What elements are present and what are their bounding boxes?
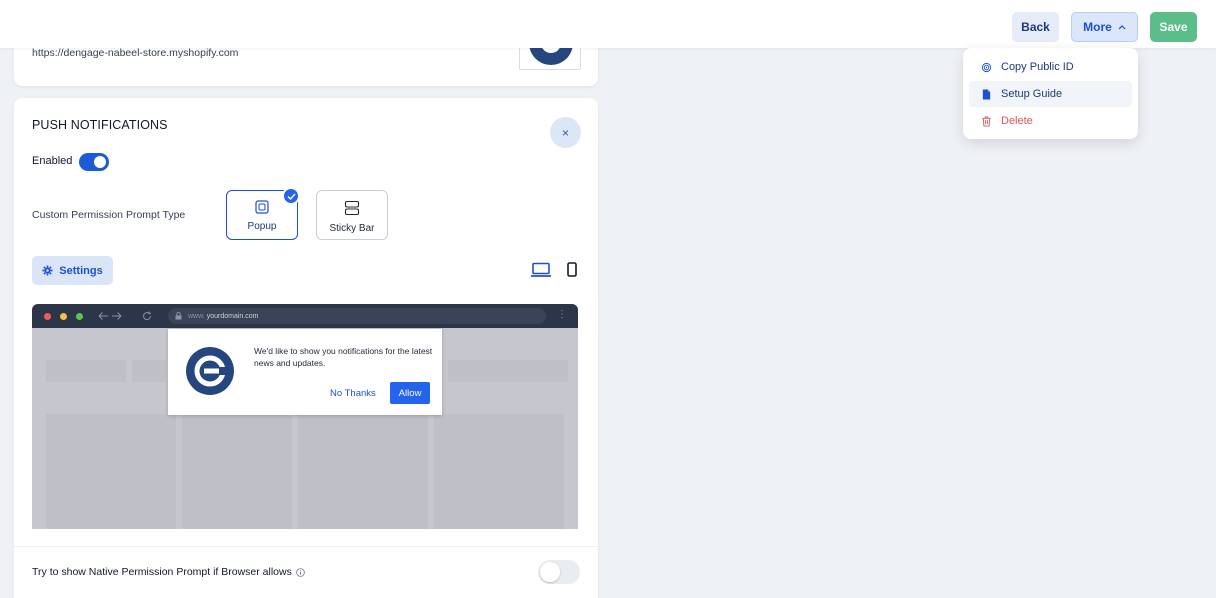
enabled-label: Enabled — [32, 155, 73, 167]
address-prefix: www. — [188, 312, 205, 320]
store-url: https://dengage-nabeel-store.myshopify.c… — [32, 47, 239, 59]
no-thanks-button[interactable]: No Thanks — [330, 388, 376, 399]
prompt-type-sticky-bar[interactable]: Sticky Bar — [316, 190, 388, 240]
minimize-dot — [60, 313, 67, 320]
native-prompt-toggle[interactable] — [538, 560, 580, 584]
back-button[interactable]: Back — [1012, 12, 1059, 42]
prompt-type-label-sticky: Sticky Bar — [329, 223, 375, 234]
allow-button[interactable]: Allow — [390, 382, 430, 404]
back-arrow-icon — [98, 312, 122, 320]
more-button[interactable]: More — [1071, 12, 1138, 42]
placeholder-block — [448, 360, 568, 382]
permission-popup-preview: We'd like to show you notifications for … — [168, 329, 442, 415]
browser-toolbar: www. yourdomain.com ⋮ — [32, 304, 578, 328]
native-prompt-label: Try to show Native Permission Prompt if … — [32, 566, 292, 578]
placeholder-block — [46, 360, 126, 382]
popup-icon — [255, 200, 269, 214]
placeholder-block — [298, 414, 428, 529]
native-prompt-row: Try to show Native Permission Prompt if … — [32, 566, 305, 578]
menu-item-copy-public-id[interactable]: Copy Public ID — [969, 54, 1132, 80]
placeholder-block — [434, 414, 564, 529]
menu-item-label: Copy Public ID — [1001, 61, 1074, 73]
browser-preview: www. yourdomain.com ⋮ We'd like to show … — [32, 304, 578, 529]
more-menu: Copy Public ID Setup Guide Delete — [963, 48, 1138, 139]
mobile-icon[interactable] — [566, 262, 578, 278]
selected-check-icon — [282, 187, 300, 205]
placeholder-block — [46, 414, 176, 529]
section-title: PUSH NOTIFICATIONS — [32, 118, 168, 132]
fingerprint-icon — [981, 62, 992, 72]
reload-icon — [143, 311, 152, 321]
prompt-type-label-popup: Popup — [247, 221, 277, 232]
save-button[interactable]: Save — [1150, 12, 1197, 42]
brand-logo — [186, 347, 234, 395]
divider — [14, 546, 598, 547]
address-bar: www. yourdomain.com — [168, 308, 546, 324]
close-dot — [44, 313, 51, 320]
top-bar: Back More Save — [0, 0, 1216, 48]
menu-item-setup-guide[interactable]: Setup Guide — [969, 81, 1132, 107]
chevron-up-icon — [1118, 25, 1126, 30]
settings-label: Settings — [59, 264, 103, 277]
trash-icon — [982, 115, 991, 127]
placeholder-block — [182, 414, 292, 529]
more-label: More — [1083, 20, 1112, 34]
document-icon — [982, 88, 991, 100]
gear-icon — [42, 265, 53, 276]
kebab-menu-icon: ⋮ — [557, 309, 567, 320]
menu-item-delete[interactable]: Delete — [969, 108, 1132, 134]
desktop-icon[interactable] — [530, 262, 552, 278]
menu-item-label: Delete — [1001, 115, 1033, 127]
enabled-toggle[interactable] — [79, 153, 109, 171]
popup-message: We'd like to show you notifications for … — [254, 346, 433, 368]
settings-button[interactable]: Settings — [32, 256, 113, 285]
close-button[interactable]: × — [550, 117, 581, 148]
push-notifications-card: PUSH NOTIFICATIONS × Enabled Custom Perm… — [14, 98, 598, 598]
prompt-type-label: Custom Permission Prompt Type — [32, 209, 186, 221]
sticky-bar-icon — [344, 200, 360, 216]
maximize-dot — [76, 313, 83, 320]
lock-icon — [175, 312, 182, 320]
menu-item-label: Setup Guide — [1001, 88, 1063, 100]
address-domain: yourdomain.com — [206, 312, 259, 320]
placeholder-block — [132, 360, 166, 382]
info-icon[interactable] — [296, 567, 305, 577]
